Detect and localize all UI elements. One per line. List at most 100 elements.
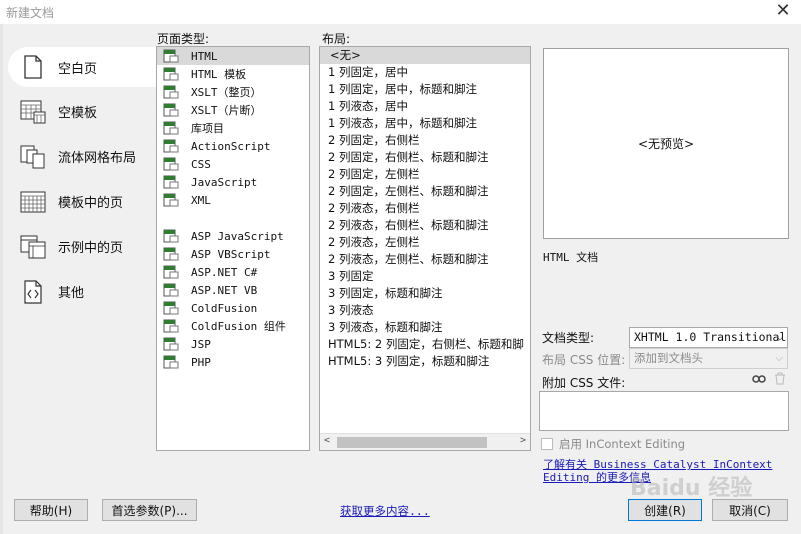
- layout-item[interactable]: 3 列固定，标题和脚注: [320, 285, 530, 302]
- page-type-item[interactable]: HTML 模板: [157, 65, 309, 83]
- close-icon[interactable]: ✕: [773, 0, 793, 21]
- layout-label: 布局:: [322, 32, 351, 46]
- category-blank-page[interactable]: 空白页: [8, 47, 158, 87]
- list-separator: [157, 209, 309, 227]
- scroll-right-icon[interactable]: >: [520, 435, 526, 446]
- preferences-button[interactable]: 首选参数(P)...: [102, 499, 197, 521]
- page-type-item[interactable]: ASP.NET C#: [157, 263, 309, 281]
- category-other[interactable]: 其他: [8, 269, 158, 314]
- scroll-left-icon[interactable]: <: [324, 435, 330, 446]
- doctype-select[interactable]: XHTML 1.0 Transitional ⌵: [629, 327, 788, 348]
- layout-item[interactable]: 2 列液态，右侧栏、标题和脚注: [320, 217, 530, 234]
- category-fluid-grid[interactable]: 流体网格布局: [8, 134, 158, 179]
- window-title: 新建文档: [6, 6, 55, 20]
- page-type-item[interactable]: XSLT（片断）: [157, 101, 309, 119]
- file-icon: [163, 49, 179, 63]
- file-icon: [163, 283, 179, 297]
- cancel-button[interactable]: 取消(C): [712, 499, 788, 521]
- layout-css-select: 添加到文档头 ⌵: [629, 348, 788, 369]
- page-type-list[interactable]: HTML HTML 模板 XSLT（整页） XSLT（片断） 库项目 Actio…: [156, 46, 310, 451]
- preview-text: <无预览>: [637, 137, 695, 151]
- layout-item[interactable]: <无>: [320, 47, 530, 64]
- category-label: 模板中的页: [58, 196, 124, 211]
- file-icon: [163, 337, 179, 351]
- layout-item[interactable]: HTML5: 2 列固定，右侧栏、标题和脚: [320, 336, 530, 353]
- incontext-label: 启用 InContext Editing: [559, 437, 686, 451]
- layout-css-label: 布局 CSS 位置:: [542, 353, 626, 367]
- file-icon: [163, 247, 179, 261]
- layout-item[interactable]: 3 列固定: [320, 268, 530, 285]
- link-icon[interactable]: [752, 373, 766, 388]
- layout-item[interactable]: 1 列固定，居中: [320, 64, 530, 81]
- scrollbar-thumb[interactable]: [337, 437, 487, 448]
- file-icon: [163, 121, 179, 135]
- layout-item[interactable]: 3 列液态，标题和脚注: [320, 319, 530, 336]
- page-type-item[interactable]: PHP: [157, 353, 309, 371]
- file-icon: [163, 265, 179, 279]
- layout-item[interactable]: 1 列液态，居中，标题和脚注: [320, 115, 530, 132]
- fluid-grid-icon: [20, 144, 46, 170]
- window-edge: [0, 24, 3, 534]
- category-label: 空白页: [58, 61, 98, 77]
- layout-item[interactable]: 2 列固定，左侧栏: [320, 166, 530, 183]
- get-more-content-link[interactable]: 获取更多内容...: [340, 503, 430, 519]
- page-type-item[interactable]: CSS: [157, 155, 309, 173]
- page-type-item[interactable]: ColdFusion 组件: [157, 317, 309, 335]
- file-icon: [163, 319, 179, 333]
- page-type-item[interactable]: JavaScript: [157, 173, 309, 191]
- horizontal-scrollbar[interactable]: < >: [320, 433, 530, 450]
- layout-item[interactable]: 1 列液态，居中: [320, 98, 530, 115]
- page-type-item[interactable]: JSP: [157, 335, 309, 353]
- page-type-item[interactable]: ASP.NET VB: [157, 281, 309, 299]
- file-icon: [163, 229, 179, 243]
- page-type-item[interactable]: XML: [157, 191, 309, 209]
- incontext-checkbox-row: 启用 InContext Editing: [541, 436, 685, 452]
- page-type-item[interactable]: ActionScript: [157, 137, 309, 155]
- file-icon: [163, 175, 179, 189]
- create-button[interactable]: 创建(R): [628, 499, 702, 521]
- layout-css-value: 添加到文档头: [634, 351, 703, 365]
- page-type-item[interactable]: HTML: [157, 47, 309, 65]
- category-blank-template[interactable]: 空模板: [8, 89, 158, 134]
- watermark: Baidu 经验: [630, 476, 753, 501]
- trash-icon[interactable]: [774, 372, 786, 388]
- sample-page-icon: [20, 234, 46, 260]
- layout-item[interactable]: 2 列固定，右侧栏、标题和脚注: [320, 149, 530, 166]
- page-type-item[interactable]: 库项目: [157, 119, 309, 137]
- category-sample-page[interactable]: 示例中的页: [8, 224, 158, 269]
- code-file-icon: [20, 279, 46, 305]
- file-icon: [163, 139, 179, 153]
- incontext-checkbox: [541, 438, 553, 450]
- attach-css-label: 附加 CSS 文件:: [542, 376, 626, 390]
- file-icon: [163, 193, 179, 207]
- page-type-item[interactable]: ASP VBScript: [157, 245, 309, 263]
- file-icon: [163, 355, 179, 369]
- category-label: 空模板: [58, 106, 98, 121]
- attached-css-list[interactable]: [539, 391, 789, 431]
- document-description: HTML 文档: [543, 251, 599, 264]
- doctype-value: XHTML 1.0 Transitional: [634, 330, 787, 344]
- layout-item[interactable]: 2 列液态，右侧栏: [320, 200, 530, 217]
- page-type-item[interactable]: ColdFusion: [157, 299, 309, 317]
- page-type-label: 页面类型:: [157, 32, 210, 46]
- layout-item[interactable]: 2 列液态，左侧栏: [320, 234, 530, 251]
- category-template-page[interactable]: 模板中的页: [8, 179, 158, 224]
- layout-item[interactable]: 2 列固定，右侧栏: [320, 132, 530, 149]
- doctype-label: 文档类型:: [542, 331, 595, 345]
- category-label: 示例中的页: [58, 241, 124, 256]
- layout-item[interactable]: 1 列固定，居中，标题和脚注: [320, 81, 530, 98]
- file-icon: [163, 67, 179, 81]
- help-button[interactable]: 帮助(H): [14, 499, 88, 521]
- category-label: 其他: [58, 286, 85, 301]
- page-type-item[interactable]: ASP JavaScript: [157, 227, 309, 245]
- category-sidebar: 空白页 空模板 流体网格布局 模板中的页 示例中的页 其他: [8, 44, 158, 314]
- layout-list[interactable]: <无> 1 列固定，居中 1 列固定，居中，标题和脚注 1 列液态，居中 1 列…: [319, 46, 531, 451]
- chevron-down-icon: ⌵: [776, 332, 783, 343]
- layout-item[interactable]: 3 列液态: [320, 302, 530, 319]
- file-icon: [163, 157, 179, 171]
- layout-item[interactable]: HTML5: 3 列固定，标题和脚注: [320, 353, 530, 370]
- page-type-item[interactable]: XSLT（整页）: [157, 83, 309, 101]
- blank-page-icon: [20, 54, 46, 80]
- layout-item[interactable]: 2 列液态，左侧栏、标题和脚注: [320, 251, 530, 268]
- layout-item[interactable]: 2 列固定，左侧栏、标题和脚注: [320, 183, 530, 200]
